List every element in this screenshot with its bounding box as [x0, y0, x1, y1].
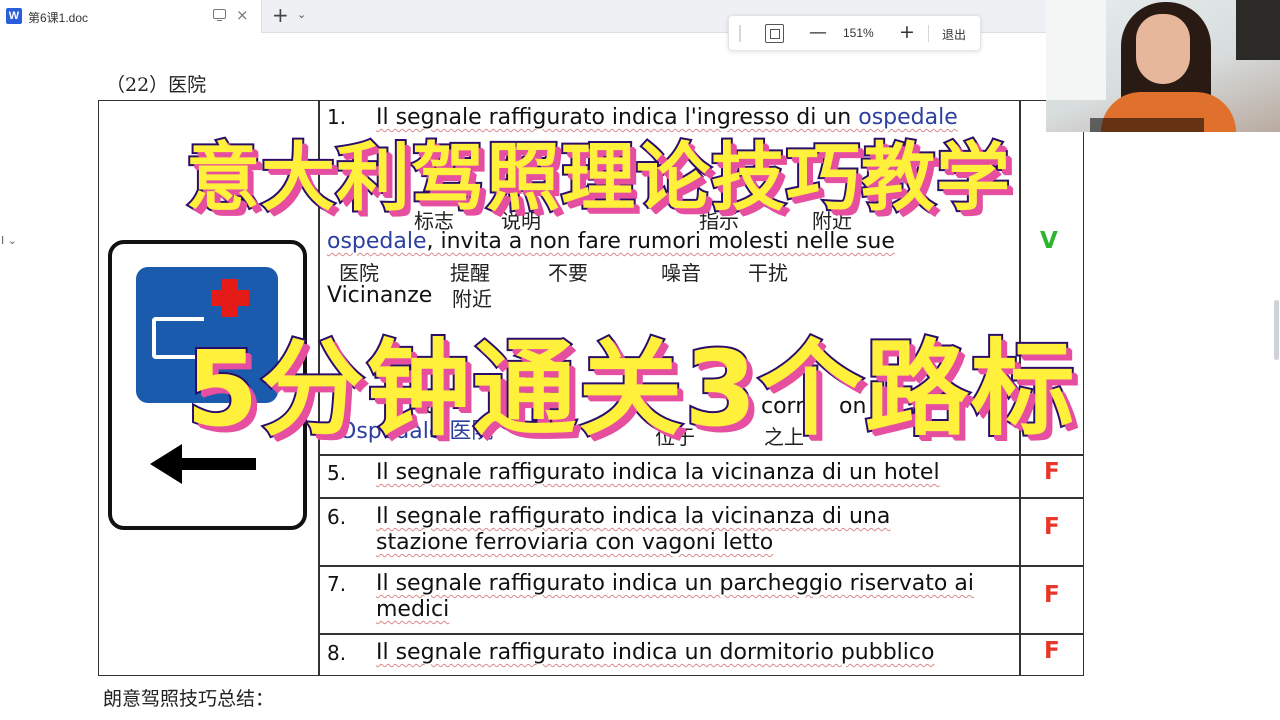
zoom-level: 151%: [843, 26, 874, 40]
gloss-word: 干扰: [748, 261, 788, 285]
answer-false-mark: F: [1044, 582, 1060, 608]
summary-heading: 朗意驾照技巧总结：: [103, 688, 275, 710]
table-row: medici: [376, 597, 450, 622]
row-number: 5.: [327, 461, 347, 485]
row-number: 8.: [327, 641, 347, 665]
fit-page-icon[interactable]: [765, 24, 784, 43]
gloss-word: 提醒: [450, 261, 490, 285]
answer-true-mark: V: [1040, 228, 1058, 254]
zoom-toolbar: — 151% + 退出: [728, 15, 981, 51]
document-tab[interactable]: W 第6课1.doc ×: [0, 0, 262, 33]
row-number: 7.: [327, 572, 347, 596]
table-row: stazione ferroviaria con vagoni letto: [376, 530, 774, 555]
presenter-face: [1136, 14, 1190, 84]
overlay-title: 意大利驾照理论技巧教学: [184, 133, 1012, 223]
monitor-icon[interactable]: [213, 9, 226, 22]
table-row: Il segnale raffigurato indica un parcheg…: [376, 571, 974, 596]
gloss-word: 噪音: [661, 261, 701, 285]
table-row: Il segnale raffigurato indica la vicinan…: [376, 504, 891, 529]
exit-button[interactable]: 退出: [942, 26, 966, 43]
answer-false-mark: F: [1044, 514, 1060, 540]
chevron-down-icon[interactable]: ⌄: [297, 8, 306, 21]
scrollbar[interactable]: [1274, 300, 1279, 360]
tab-title: 第6课1.doc: [28, 11, 89, 25]
zoom-in-button[interactable]: +: [899, 21, 915, 43]
answer-false-mark: F: [1044, 459, 1060, 485]
gloss-word: 医院: [339, 261, 379, 285]
toolbar-divider: [928, 25, 929, 42]
table-row: ospedale, invita a non fare rumori moles…: [327, 229, 895, 254]
presenter-name-tag: [1090, 118, 1204, 132]
section-label: （22）医院: [106, 74, 207, 96]
table-row: Il segnale raffigurato indica la vicinan…: [376, 460, 940, 485]
text-cursor-icon: I ⌄: [1, 234, 17, 247]
table-row: Il segnale raffigurato indica un dormito…: [376, 640, 935, 665]
overlay-subtitle: 5分钟通关3个路标: [184, 326, 1077, 452]
webcam-feed: [1046, 0, 1280, 132]
word-doc-icon: W: [6, 8, 22, 24]
zoom-out-button[interactable]: —: [809, 22, 827, 43]
new-tab-icon[interactable]: +: [272, 3, 289, 27]
answer-false-mark: F: [1044, 638, 1060, 664]
row-number: 6.: [327, 505, 347, 529]
gloss-word: 不要: [548, 261, 588, 285]
close-icon[interactable]: ×: [236, 6, 249, 24]
drag-handle[interactable]: [739, 25, 741, 42]
